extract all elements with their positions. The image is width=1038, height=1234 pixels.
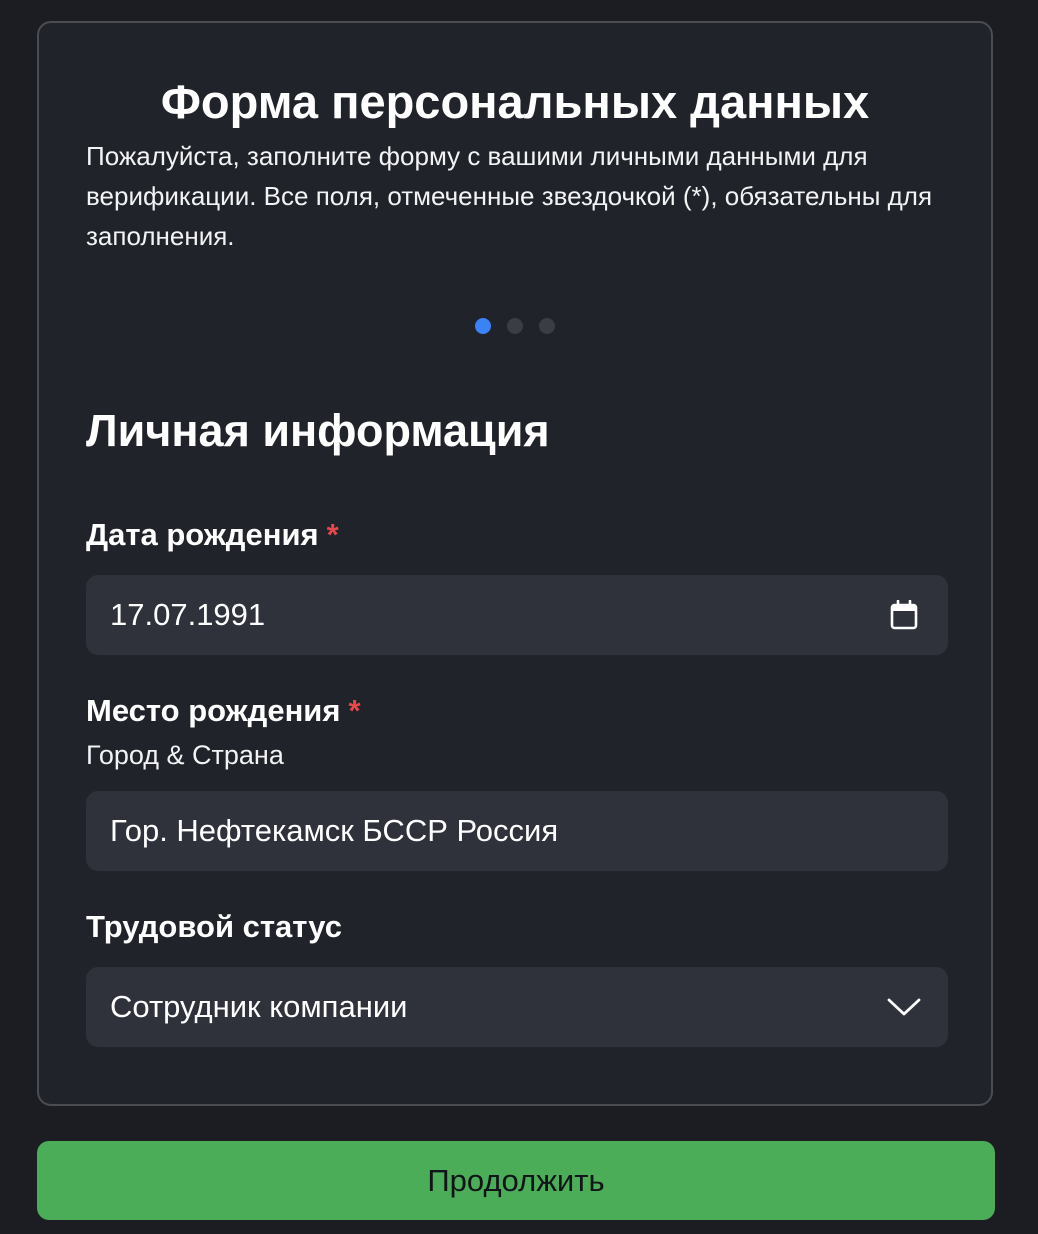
birth-date-value: 17.07.1991 — [110, 597, 266, 632]
required-marker: * — [326, 517, 339, 552]
employment-status-value: Сотрудник компании — [110, 989, 408, 1024]
birth-date-label-text: Дата рождения — [86, 517, 319, 552]
birth-date-input[interactable]: 17.07.1991 — [86, 575, 948, 655]
required-marker: * — [348, 693, 361, 728]
step-indicator — [39, 318, 991, 334]
employment-status-label: Трудовой статус — [86, 907, 342, 947]
step-dot-3 — [539, 318, 555, 334]
form-title: Форма персональных данных — [160, 75, 870, 128]
form-card: Форма персональных данных Пожалуйста, за… — [37, 21, 993, 1106]
form-description: Пожалуйста, заполните форму с вашими лич… — [86, 141, 933, 251]
chevron-down-icon — [884, 987, 924, 1027]
birth-place-label-text: Место рождения — [86, 693, 341, 728]
section-title: Личная информация — [86, 405, 550, 456]
step-dot-2 — [507, 318, 523, 334]
employment-status-select[interactable]: Сотрудник компании — [86, 967, 948, 1047]
calendar-icon[interactable] — [884, 595, 924, 635]
birth-place-hint: Город & Страна — [86, 740, 284, 770]
birth-date-label: Дата рождения * — [86, 515, 339, 555]
step-dot-1 — [475, 318, 491, 334]
birth-place-input[interactable]: Гор. Нефтекамск БССР Россия — [86, 791, 948, 871]
birth-place-value: Гор. Нефтекамск БССР Россия — [110, 813, 559, 848]
birth-place-label: Место рождения * — [86, 691, 361, 731]
employment-status-label-text: Трудовой статус — [86, 909, 342, 944]
continue-button[interactable]: Продолжить — [37, 1141, 995, 1220]
